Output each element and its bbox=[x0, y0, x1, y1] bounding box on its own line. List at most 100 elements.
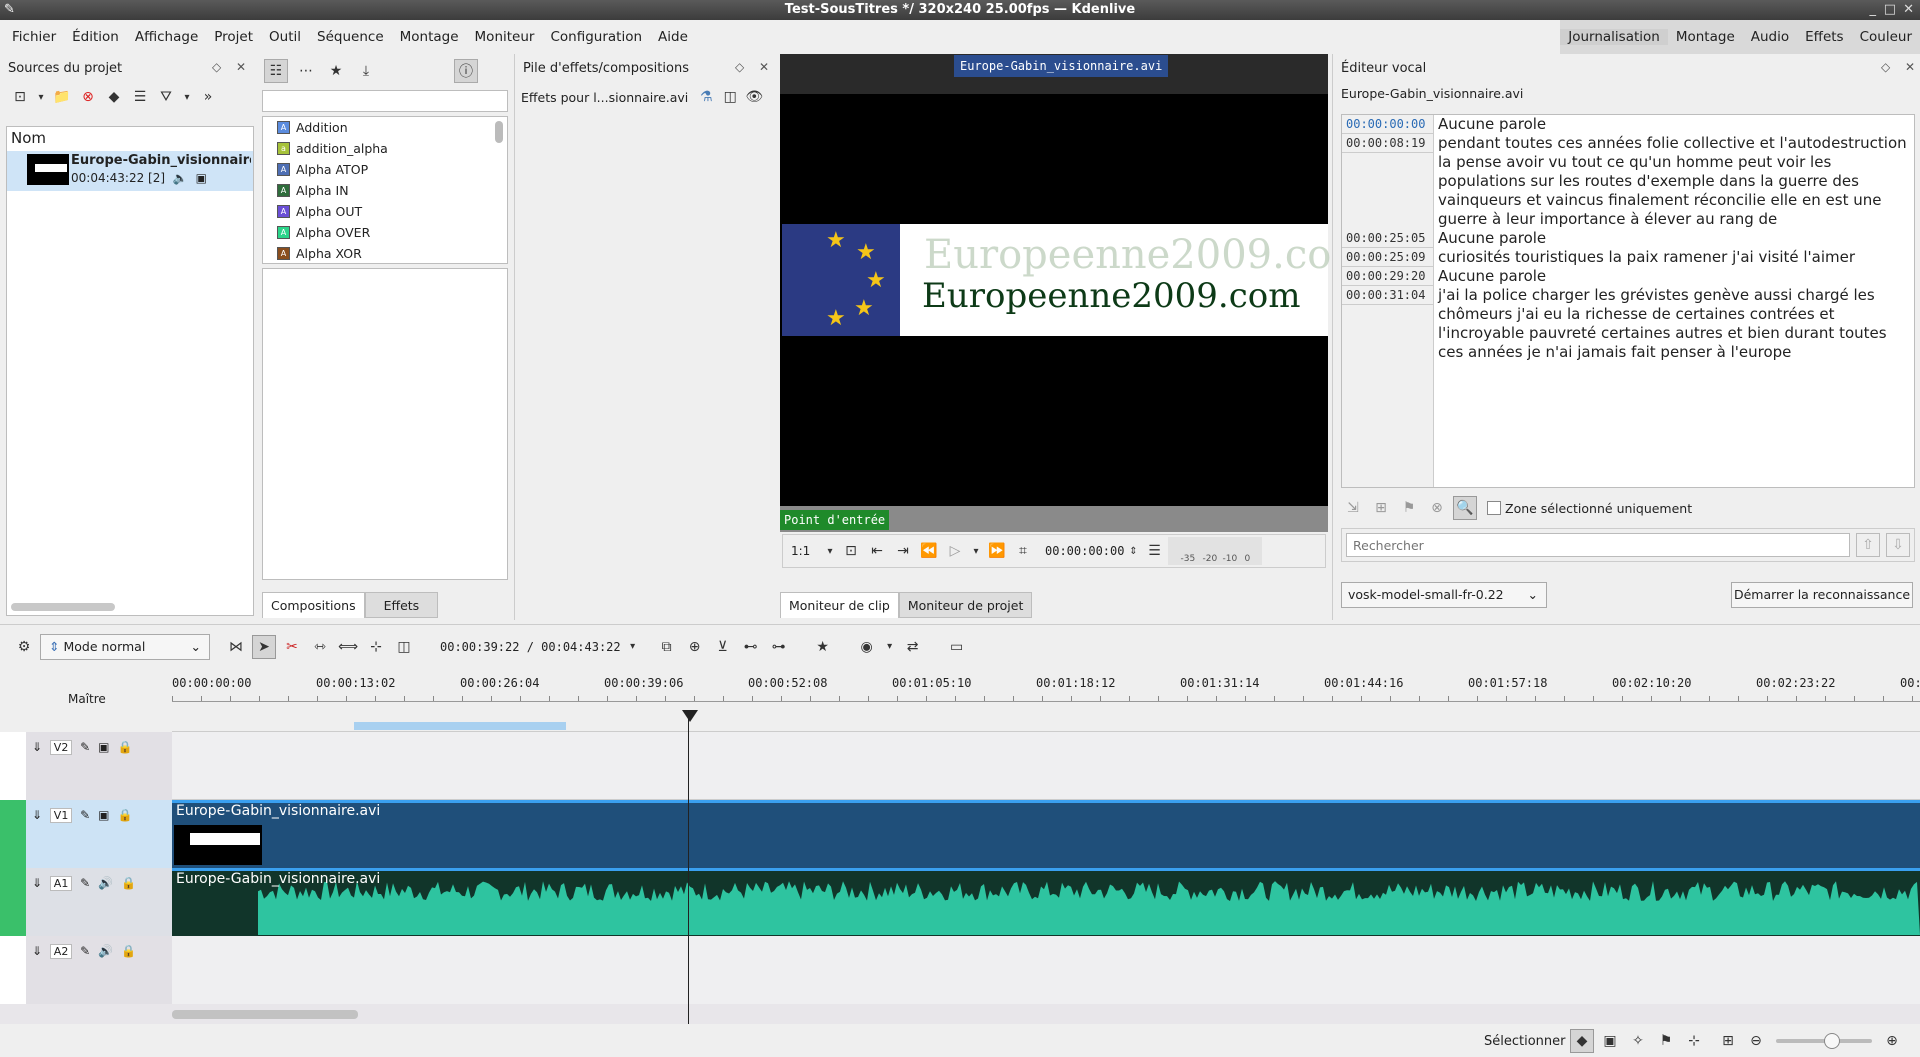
lock-icon[interactable]: 🔒 bbox=[121, 944, 136, 958]
maximize-icon[interactable]: □ bbox=[1884, 0, 1896, 20]
row-timecode[interactable]: 00:00:29:20 bbox=[1342, 267, 1434, 286]
tab-compositions[interactable]: Compositions bbox=[262, 592, 365, 618]
favorite-star-icon[interactable]: ★ bbox=[811, 635, 835, 659]
render-chevron-icon[interactable]: ▾ bbox=[883, 635, 897, 659]
film-icon[interactable]: ▣ bbox=[98, 808, 109, 822]
menu-moniteur[interactable]: Moniteur bbox=[467, 29, 543, 45]
vertical-scrollbar[interactable] bbox=[495, 121, 503, 143]
edit-mode-select[interactable]: ⇕ Mode normal ⌄ bbox=[40, 633, 210, 660]
film-icon[interactable]: ▣ bbox=[98, 740, 109, 754]
effect-item[interactable]: A Alpha OUT bbox=[263, 201, 507, 222]
list-view-icon[interactable]: ☷ bbox=[264, 59, 288, 83]
speaker-icon[interactable]: 🔊 bbox=[98, 944, 113, 958]
timeline-scrollbar[interactable] bbox=[172, 1010, 358, 1019]
timeline-ruler[interactable]: 00:00:00:00 00:00:13:02 00:00:26:04 00:0… bbox=[172, 668, 1920, 732]
slip-tool-icon[interactable]: ⟺ bbox=[336, 635, 360, 659]
zone-icon[interactable]: ⧉ bbox=[655, 635, 679, 659]
row-timecode[interactable]: 00:00:08:19 bbox=[1342, 134, 1434, 153]
mixer-icon[interactable]: ⇄ bbox=[901, 635, 925, 659]
filter-chevron-icon[interactable]: ▾ bbox=[180, 85, 194, 109]
monitor-ruler[interactable]: Point d'entrée bbox=[780, 506, 1328, 532]
compare-icon[interactable]: ⚗ bbox=[694, 85, 718, 109]
preview-render-icon[interactable]: ◉ bbox=[855, 635, 879, 659]
effect-item[interactable]: A Alpha XOR bbox=[263, 243, 507, 263]
transcript-row[interactable]: 00:00:08:19 pendant toutes ces années fol… bbox=[1342, 134, 1914, 229]
effect-item[interactable]: A Alpha OVER bbox=[263, 222, 507, 243]
menu-projet[interactable]: Projet bbox=[206, 29, 261, 45]
search-input[interactable] bbox=[1346, 533, 1850, 557]
chevron-down-icon[interactable]: ▾ bbox=[34, 85, 48, 109]
more-icon[interactable]: » bbox=[196, 85, 220, 109]
more-options-icon[interactable]: ⋯ bbox=[294, 59, 318, 83]
column-header-name[interactable]: Nom bbox=[7, 127, 253, 149]
rewind-icon[interactable]: ⏪ bbox=[917, 539, 941, 563]
effects-search-input[interactable] bbox=[262, 90, 508, 112]
lock-icon[interactable]: 🔒 bbox=[121, 876, 136, 890]
project-clip-item[interactable]: Europe-Gabin_visionnaire.avi 00:04:43:22… bbox=[7, 151, 253, 191]
overwrite-icon[interactable]: ⊻ bbox=[711, 635, 735, 659]
zone-bar[interactable] bbox=[354, 722, 566, 730]
add-clip-icon[interactable]: ⊡ bbox=[8, 85, 32, 109]
zoom-select[interactable]: 1:1 bbox=[791, 544, 821, 558]
menu-aide[interactable]: Aide bbox=[650, 29, 696, 45]
position-chevron-icon[interactable]: ▾ bbox=[625, 635, 641, 659]
menu-configuration[interactable]: Configuration bbox=[542, 29, 650, 45]
monitor-timecode[interactable]: 00:00:00:00 bbox=[1045, 544, 1124, 558]
tab-effets[interactable]: Effets bbox=[364, 592, 439, 618]
workspace-montage[interactable]: Montage bbox=[1668, 29, 1743, 45]
timecode-spin-icon[interactable]: ⇕ bbox=[1126, 539, 1140, 563]
tab-clip-monitor[interactable]: Moniteur de clip bbox=[780, 592, 899, 618]
row-timecode[interactable]: 00:00:00:00 bbox=[1342, 115, 1434, 134]
effect-item[interactable]: A Addition bbox=[263, 117, 507, 138]
filter-icon[interactable]: ⛛ bbox=[154, 85, 178, 109]
row-timecode[interactable]: 00:00:25:09 bbox=[1342, 248, 1434, 267]
zoom-chevron-icon[interactable]: ▾ bbox=[823, 539, 837, 563]
start-recognition-button[interactable]: Démarrer la reconnaissance bbox=[1731, 582, 1913, 608]
extract-icon[interactable]: ⊷ bbox=[739, 635, 763, 659]
effect-item[interactable]: A Alpha ATOP bbox=[263, 159, 507, 180]
menu-affichage[interactable]: Affichage bbox=[127, 29, 206, 45]
clip-a1[interactable]: Europe-Gabin_visionnaire.avi bbox=[172, 868, 1920, 936]
search-up-icon[interactable]: ⇧ bbox=[1856, 533, 1880, 557]
float-icon[interactable]: ◇ bbox=[1881, 60, 1890, 74]
add-folder-icon[interactable]: 📁 bbox=[50, 85, 74, 109]
effects-icon[interactable]: ✎ bbox=[80, 740, 90, 754]
set-in-icon[interactable]: ⇤ bbox=[865, 539, 889, 563]
effects-icon[interactable]: ✎ bbox=[80, 944, 90, 958]
snap-icon[interactable]: ✧ bbox=[1626, 1029, 1650, 1053]
workspace-couleur[interactable]: Couleur bbox=[1852, 29, 1920, 45]
settings-slider-icon[interactable]: ⚙ bbox=[12, 635, 36, 659]
workspace-effets[interactable]: Effets bbox=[1797, 29, 1851, 45]
film-icon[interactable]: ▣ bbox=[1598, 1029, 1622, 1053]
tag-icon[interactable]: ◆ bbox=[102, 85, 126, 109]
lock-icon[interactable]: 🔒 bbox=[117, 740, 132, 754]
row-text[interactable]: Aucune parole bbox=[1434, 115, 1546, 134]
transcript-row[interactable]: 00:00:25:05 Aucune parole bbox=[1342, 229, 1914, 248]
row-timecode[interactable]: 00:00:25:05 bbox=[1342, 229, 1434, 248]
row-text[interactable]: Aucune parole bbox=[1434, 267, 1546, 286]
razor-tool-icon[interactable]: ✂ bbox=[280, 635, 304, 659]
effects-icon[interactable]: ✎ bbox=[80, 808, 90, 822]
workspace-audio[interactable]: Audio bbox=[1743, 29, 1797, 45]
playhead-marker-icon[interactable] bbox=[682, 710, 698, 722]
ripple-icon[interactable]: ⋈ bbox=[224, 635, 248, 659]
target-icon[interactable]: ⇓ bbox=[32, 876, 42, 890]
close-icon[interactable]: ✕ bbox=[759, 60, 769, 74]
close-icon[interactable]: ✕ bbox=[1905, 60, 1915, 74]
menu-edition[interactable]: Édition bbox=[64, 29, 127, 45]
minimize-icon[interactable]: _ bbox=[1870, 0, 1877, 20]
target-icon[interactable]: ⇓ bbox=[32, 740, 42, 754]
transcript-area[interactable]: 00:00:00:00 Aucune parole 00:00:08:19 pend… bbox=[1341, 114, 1915, 488]
star-icon[interactable]: ★ bbox=[324, 59, 348, 83]
clip-v1[interactable]: Europe-Gabin_visionnaire.avi bbox=[172, 800, 1920, 868]
crop-icon[interactable]: ⌗ bbox=[1011, 539, 1035, 563]
search-icon[interactable]: 🔍 bbox=[1453, 496, 1477, 520]
transcript-row[interactable]: 00:00:00:00 Aucune parole bbox=[1342, 115, 1914, 134]
track-name[interactable]: A2 bbox=[50, 944, 73, 959]
list-view-icon[interactable]: ☰ bbox=[128, 85, 152, 109]
fit-zoom-icon[interactable]: ⊞ bbox=[1716, 1029, 1740, 1053]
master-label[interactable]: Maître bbox=[68, 692, 106, 706]
row-text[interactable]: j'ai la police charger les grévistes gen… bbox=[1434, 286, 1914, 362]
eye-icon[interactable]: 👁 bbox=[742, 85, 766, 109]
transcript-row[interactable]: 00:00:31:04 j'ai la police charger les gr… bbox=[1342, 286, 1914, 362]
